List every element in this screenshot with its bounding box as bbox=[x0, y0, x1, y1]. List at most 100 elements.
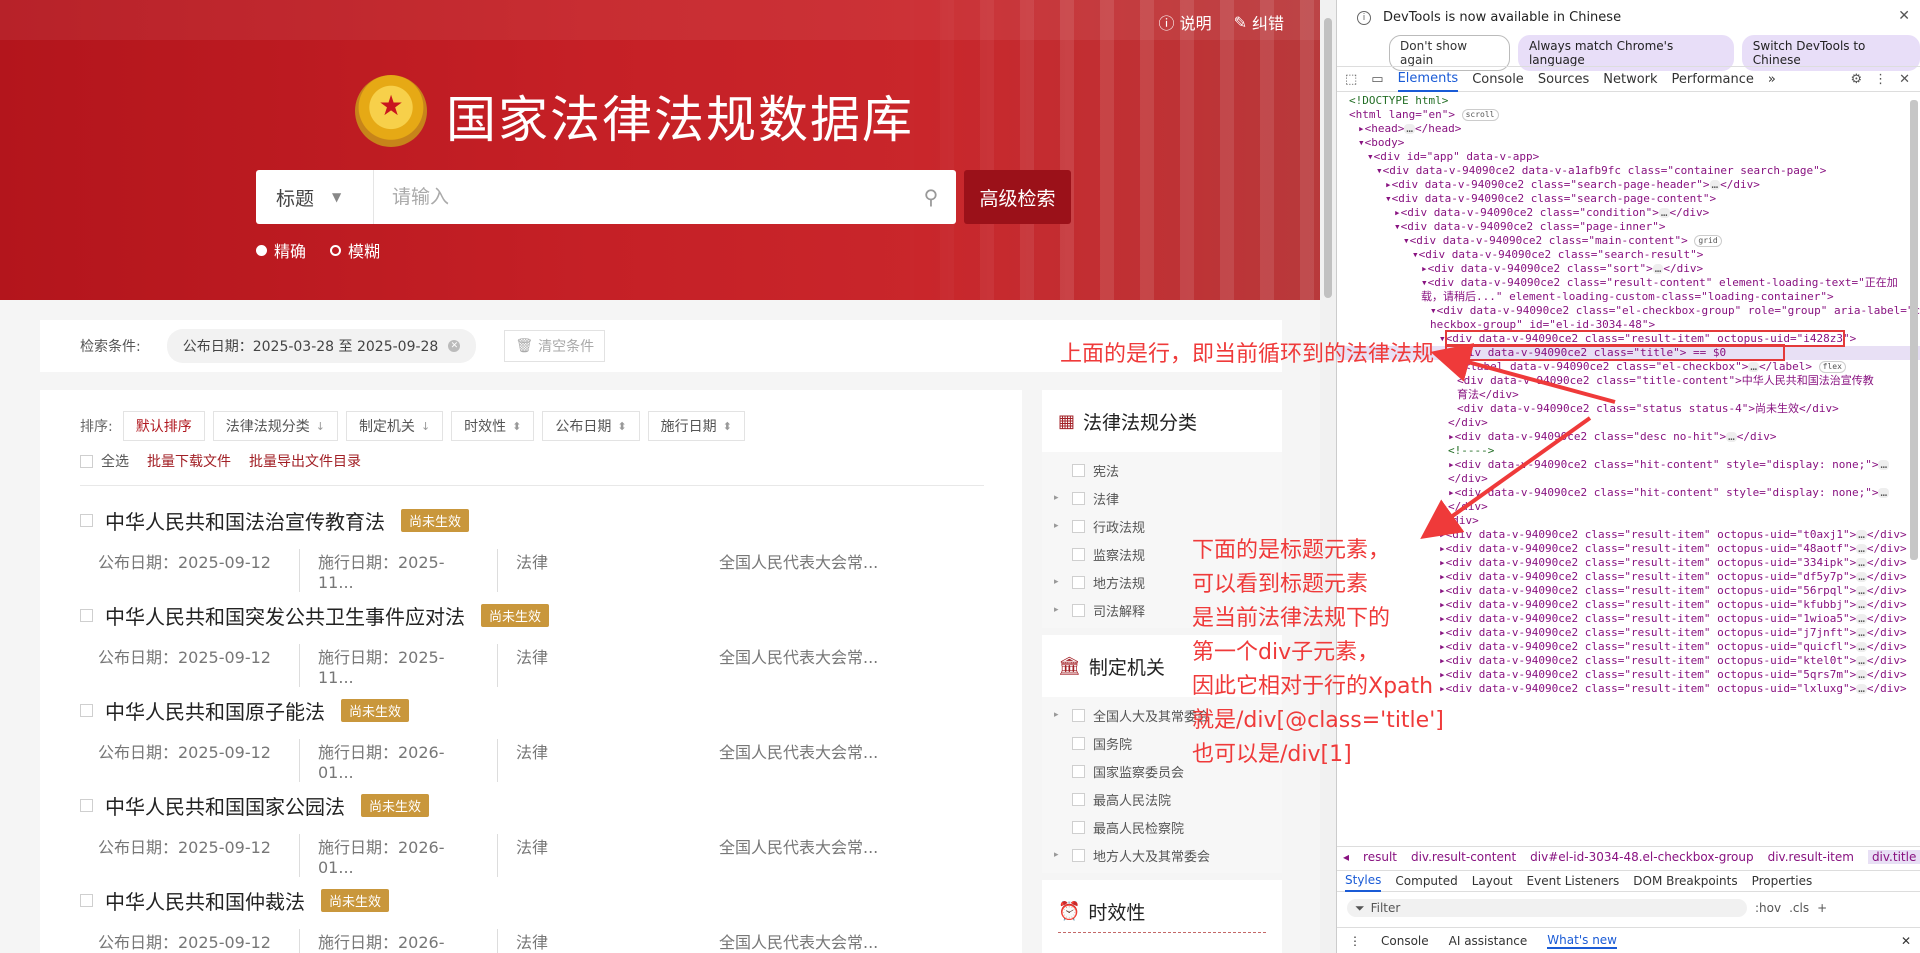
dom-node[interactable]: ▸<div data-v-94090ce2 class="condition">… bbox=[1337, 206, 1920, 220]
match-fuzzy-radio[interactable]: 模糊 bbox=[330, 238, 380, 262]
ellipsis-icon[interactable]: … bbox=[1856, 669, 1867, 680]
checkbox-icon[interactable] bbox=[1072, 547, 1085, 561]
sort-validity-button[interactable]: 时效性 ⬍ bbox=[451, 411, 535, 441]
dom-node[interactable]: ▸<div data-v-94090ce2 class="hit-content… bbox=[1337, 486, 1920, 500]
help-link[interactable]: ⓘ 说明 bbox=[1159, 10, 1212, 34]
ellipsis-icon[interactable]: … bbox=[1856, 585, 1867, 596]
dom-node[interactable]: ▾<div data-v-94090ce2 class="page-inner"… bbox=[1337, 220, 1920, 234]
correction-link[interactable]: ✎ 纠错 bbox=[1234, 10, 1284, 34]
dom-node[interactable]: </div> bbox=[1337, 500, 1920, 514]
checkbox-icon[interactable] bbox=[80, 609, 93, 622]
drawer-tab-whats-new[interactable]: What's new bbox=[1547, 933, 1617, 949]
dom-badge[interactable]: scroll bbox=[1461, 109, 1499, 121]
batch-download-link[interactable]: 批量下载文件 bbox=[147, 451, 231, 471]
dom-node[interactable]: 载，请稍后..." element-loading-custom-class="… bbox=[1337, 290, 1920, 304]
tab-sources[interactable]: Sources bbox=[1538, 72, 1589, 87]
law-title[interactable]: 中华人民共和国法治宣传教育法 bbox=[105, 506, 385, 535]
sidebar-filter-item[interactable]: 宪法 bbox=[1042, 456, 1282, 484]
breadcrumb-item[interactable]: div.result-content bbox=[1411, 850, 1516, 864]
ellipsis-icon[interactable]: … bbox=[1856, 599, 1867, 610]
caret-right-icon[interactable]: ▸ bbox=[1054, 605, 1064, 615]
ellipsis-icon[interactable]: … bbox=[1652, 263, 1664, 274]
checkbox-icon[interactable] bbox=[80, 894, 93, 907]
checkbox-icon[interactable] bbox=[1072, 820, 1085, 834]
checkbox-icon[interactable] bbox=[1072, 848, 1085, 862]
styles-subtab[interactable]: DOM Breakpoints bbox=[1633, 874, 1737, 888]
dom-node[interactable]: <!----> bbox=[1337, 444, 1920, 458]
checkbox-icon[interactable] bbox=[1072, 603, 1085, 617]
inspect-element-icon[interactable]: ⬚ bbox=[1345, 72, 1357, 87]
ellipsis-icon[interactable]: … bbox=[1856, 529, 1867, 540]
batch-export-link[interactable]: 批量导出文件目录 bbox=[249, 451, 361, 471]
caret-right-icon[interactable]: ▸ bbox=[1054, 850, 1064, 860]
dom-node[interactable]: ▾<div data-v-94090ce2 data-v-a1afb9fc cl… bbox=[1337, 164, 1920, 178]
dom-node[interactable]: ▸<div data-v-94090ce2 class="sort">… </di… bbox=[1337, 262, 1920, 276]
checkbox-icon[interactable] bbox=[1072, 491, 1085, 505]
dom-badge[interactable]: flex bbox=[1818, 361, 1846, 373]
breadcrumb-scroll-left-icon[interactable]: ◂ bbox=[1343, 850, 1349, 864]
search-type-select[interactable]: 标题 ▼ bbox=[256, 170, 374, 224]
checkbox-icon[interactable] bbox=[1072, 708, 1085, 722]
dom-node[interactable]: ▸<div data-v-94090ce2 class="desc no-hit… bbox=[1337, 430, 1920, 444]
remove-condition-icon[interactable]: ✕ bbox=[448, 340, 461, 352]
sidebar-filter-item[interactable]: 最高人民法院 bbox=[1042, 785, 1282, 813]
sidebar-filter-item[interactable]: 最高人民检察院 bbox=[1042, 813, 1282, 841]
dom-node[interactable]: <html lang="en"> scroll bbox=[1337, 108, 1920, 122]
dom-node[interactable]: <div data-v-94090ce2 class="title-conten… bbox=[1337, 374, 1920, 388]
dom-node[interactable]: ▸<head>… </head> bbox=[1337, 122, 1920, 136]
advanced-search-button[interactable]: 高级检索 bbox=[964, 170, 1071, 224]
law-title[interactable]: 中华人民共和国突发公共卫生事件应对法 bbox=[105, 601, 465, 630]
dom-node[interactable]: </div> bbox=[1337, 514, 1920, 528]
hover-state-toggle[interactable]: :hov bbox=[1755, 901, 1781, 915]
select-all-checkbox[interactable]: 全选 bbox=[80, 451, 129, 471]
dom-node[interactable]: ▾<div id="app" data-v-app> bbox=[1337, 150, 1920, 164]
dom-node[interactable]: ▸<div data-v-94090ce2 class="hit-content… bbox=[1337, 458, 1920, 472]
sort-default-button[interactable]: 默认排序 bbox=[122, 411, 205, 441]
ellipsis-icon[interactable]: … bbox=[1709, 179, 1721, 190]
ellipsis-icon[interactable]: … bbox=[1658, 207, 1670, 218]
sort-publish-date-button[interactable]: 公布日期 ⬍ bbox=[542, 411, 640, 441]
kebab-menu-icon[interactable]: ⋮ bbox=[1874, 72, 1887, 87]
caret-right-icon[interactable]: ▸ bbox=[1054, 577, 1064, 587]
dom-node[interactable]: ▾<div data-v-94090ce2 class="main-conten… bbox=[1337, 234, 1920, 248]
scrollbar-thumb[interactable] bbox=[1324, 18, 1332, 298]
breadcrumb-item[interactable]: div#el-id-3034-48.el-checkbox-group bbox=[1530, 850, 1753, 864]
checkbox-icon[interactable] bbox=[1072, 463, 1085, 477]
sidebar-filter-item[interactable]: ▸ 法律 bbox=[1042, 484, 1282, 512]
law-title[interactable]: 中华人民共和国仲裁法 bbox=[105, 886, 305, 915]
ellipsis-icon[interactable]: … bbox=[1404, 123, 1415, 134]
ellipsis-icon[interactable]: … bbox=[1856, 571, 1867, 582]
checkbox-icon[interactable] bbox=[80, 514, 93, 527]
ellipsis-icon[interactable]: … bbox=[1878, 487, 1890, 498]
styles-subtab[interactable]: Layout bbox=[1472, 874, 1513, 888]
dom-node[interactable]: ▾<div data-v-94090ce2 class="result-cont… bbox=[1337, 276, 1920, 290]
checkbox-icon[interactable] bbox=[1072, 736, 1085, 750]
ellipsis-icon[interactable]: … bbox=[1856, 641, 1867, 652]
ellipsis-icon[interactable]: … bbox=[1856, 613, 1867, 624]
sort-category-button[interactable]: 法律法规分类 ↓ bbox=[212, 411, 338, 441]
dom-node[interactable]: 育法</div> bbox=[1337, 388, 1920, 402]
drawer-menu-icon[interactable]: ⋮ bbox=[1349, 934, 1361, 948]
page-scrollbar[interactable] bbox=[1320, 0, 1336, 953]
close-icon[interactable]: ✕ bbox=[1899, 72, 1910, 87]
checkbox-icon[interactable] bbox=[80, 799, 93, 812]
styles-subtab[interactable]: Event Listeners bbox=[1527, 874, 1620, 888]
breadcrumb-item[interactable]: div.result-item bbox=[1768, 850, 1854, 864]
ellipsis-icon[interactable]: … bbox=[1726, 431, 1737, 442]
checkbox-icon[interactable] bbox=[80, 704, 93, 717]
dom-badge[interactable]: grid bbox=[1694, 235, 1722, 247]
ellipsis-icon[interactable]: … bbox=[1748, 361, 1760, 372]
close-icon[interactable]: ✕ bbox=[1901, 934, 1911, 948]
law-title[interactable]: 中华人民共和国原子能法 bbox=[105, 696, 325, 725]
search-input[interactable] bbox=[374, 170, 906, 224]
add-rule-button[interactable]: + bbox=[1817, 901, 1827, 915]
sidebar-filter-item[interactable]: ▸ 地方人大及其常委会 bbox=[1042, 841, 1282, 869]
dom-node[interactable]: ▾<div data-v-94090ce2 class="search-page… bbox=[1337, 192, 1920, 206]
styles-subtab[interactable]: Styles bbox=[1345, 870, 1382, 892]
caret-right-icon[interactable]: ▸ bbox=[1054, 493, 1064, 503]
dom-node[interactable]: ▾<div data-v-94090ce2 class="search-resu… bbox=[1337, 248, 1920, 262]
checkbox-icon[interactable] bbox=[1072, 764, 1085, 778]
elements-scrollbar-thumb[interactable] bbox=[1910, 100, 1918, 560]
checkbox-icon[interactable] bbox=[1072, 792, 1085, 806]
dom-node[interactable]: ▾<body> bbox=[1337, 136, 1920, 150]
